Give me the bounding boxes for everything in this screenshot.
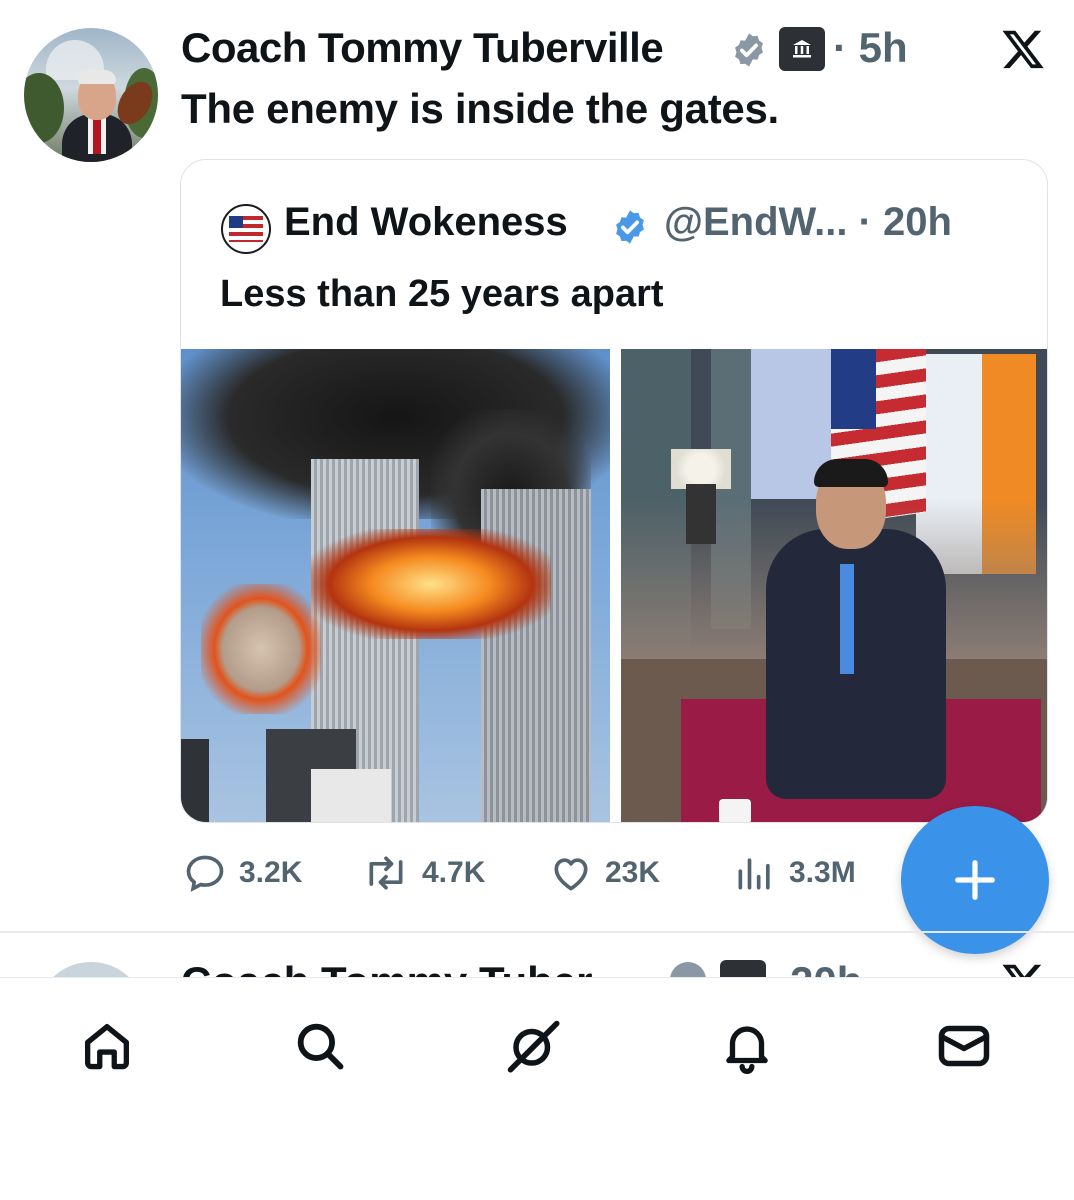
quoted-tweet[interactable]: End Wokeness @EndW... · 20h Less than 25… bbox=[180, 159, 1048, 823]
author-avatar[interactable] bbox=[36, 962, 146, 978]
image-cup bbox=[719, 799, 751, 822]
government-building-icon bbox=[793, 40, 811, 58]
post-time[interactable]: 20h bbox=[790, 958, 862, 978]
post-time[interactable]: · 5h bbox=[833, 24, 908, 72]
avatar-figure bbox=[78, 70, 116, 84]
image-building bbox=[181, 739, 209, 822]
author-avatar[interactable] bbox=[24, 28, 158, 162]
search-icon bbox=[297, 1023, 344, 1070]
tab-search[interactable] bbox=[290, 1016, 350, 1076]
x-logo-icon bbox=[1002, 30, 1044, 69]
tab-grok[interactable] bbox=[503, 1016, 563, 1076]
image-person bbox=[840, 564, 854, 674]
author-name[interactable]: Coach Tommy Tuber... bbox=[181, 958, 625, 978]
like-button[interactable]: 23K bbox=[549, 843, 660, 903]
views-button[interactable]: 3.3M bbox=[733, 843, 856, 903]
bell-icon bbox=[726, 1026, 768, 1074]
tab-home[interactable] bbox=[77, 1016, 137, 1076]
like-count: 23K bbox=[605, 856, 661, 889]
image-flag bbox=[831, 349, 876, 429]
verified-badge-icon bbox=[735, 33, 763, 67]
verified-badge-icon bbox=[616, 210, 644, 244]
quoted-handle-time[interactable]: @EndW... · 20h bbox=[664, 200, 952, 245]
verified-badge-icon bbox=[670, 962, 706, 978]
views-bars-icon bbox=[738, 858, 770, 890]
quoted-image-twin-towers[interactable] bbox=[181, 349, 610, 822]
home-icon bbox=[85, 1024, 129, 1070]
x-logo-icon bbox=[1002, 964, 1042, 978]
reply-bubble-icon bbox=[186, 855, 224, 892]
quoted-author-name[interactable]: End Wokeness bbox=[284, 200, 568, 245]
quoted-tweet-text: Less than 25 years apart bbox=[220, 273, 664, 315]
repost-arrows-icon bbox=[369, 856, 403, 890]
quoted-author-avatar[interactable] bbox=[221, 204, 271, 254]
image-vase bbox=[686, 484, 716, 544]
avatar-figure bbox=[93, 118, 101, 154]
tab-messages[interactable] bbox=[934, 1016, 994, 1076]
tab-notifications[interactable] bbox=[717, 1016, 777, 1076]
bottom-tab-bar bbox=[0, 977, 1074, 1200]
reply-button[interactable]: 3.2K bbox=[183, 843, 302, 903]
avatar-background bbox=[24, 73, 64, 143]
tweet-text: The enemy is inside the gates. bbox=[181, 85, 779, 132]
flag-icon bbox=[229, 216, 243, 228]
next-tweet-peek[interactable]: Coach Tommy Tuber... 20h bbox=[0, 932, 1074, 978]
reply-count: 3.2K bbox=[239, 856, 303, 889]
plus-icon bbox=[955, 860, 995, 900]
government-building-icon bbox=[779, 27, 825, 71]
repost-button[interactable]: 4.7K bbox=[362, 843, 485, 903]
image-building bbox=[311, 769, 391, 822]
grok-icon bbox=[507, 1020, 560, 1073]
image-person bbox=[766, 529, 946, 799]
image-person bbox=[814, 459, 888, 487]
heart-icon bbox=[554, 858, 588, 891]
quoted-image-gathering[interactable] bbox=[621, 349, 1047, 822]
author-name[interactable]: Coach Tommy Tuberville bbox=[181, 24, 664, 72]
repost-count: 4.7K bbox=[422, 856, 486, 889]
views-count: 3.3M bbox=[789, 856, 856, 889]
image-fireball bbox=[201, 584, 321, 714]
mail-icon bbox=[938, 1025, 990, 1067]
image-fireball bbox=[311, 529, 551, 639]
image-flowers bbox=[671, 449, 731, 489]
government-building-icon bbox=[720, 960, 766, 978]
